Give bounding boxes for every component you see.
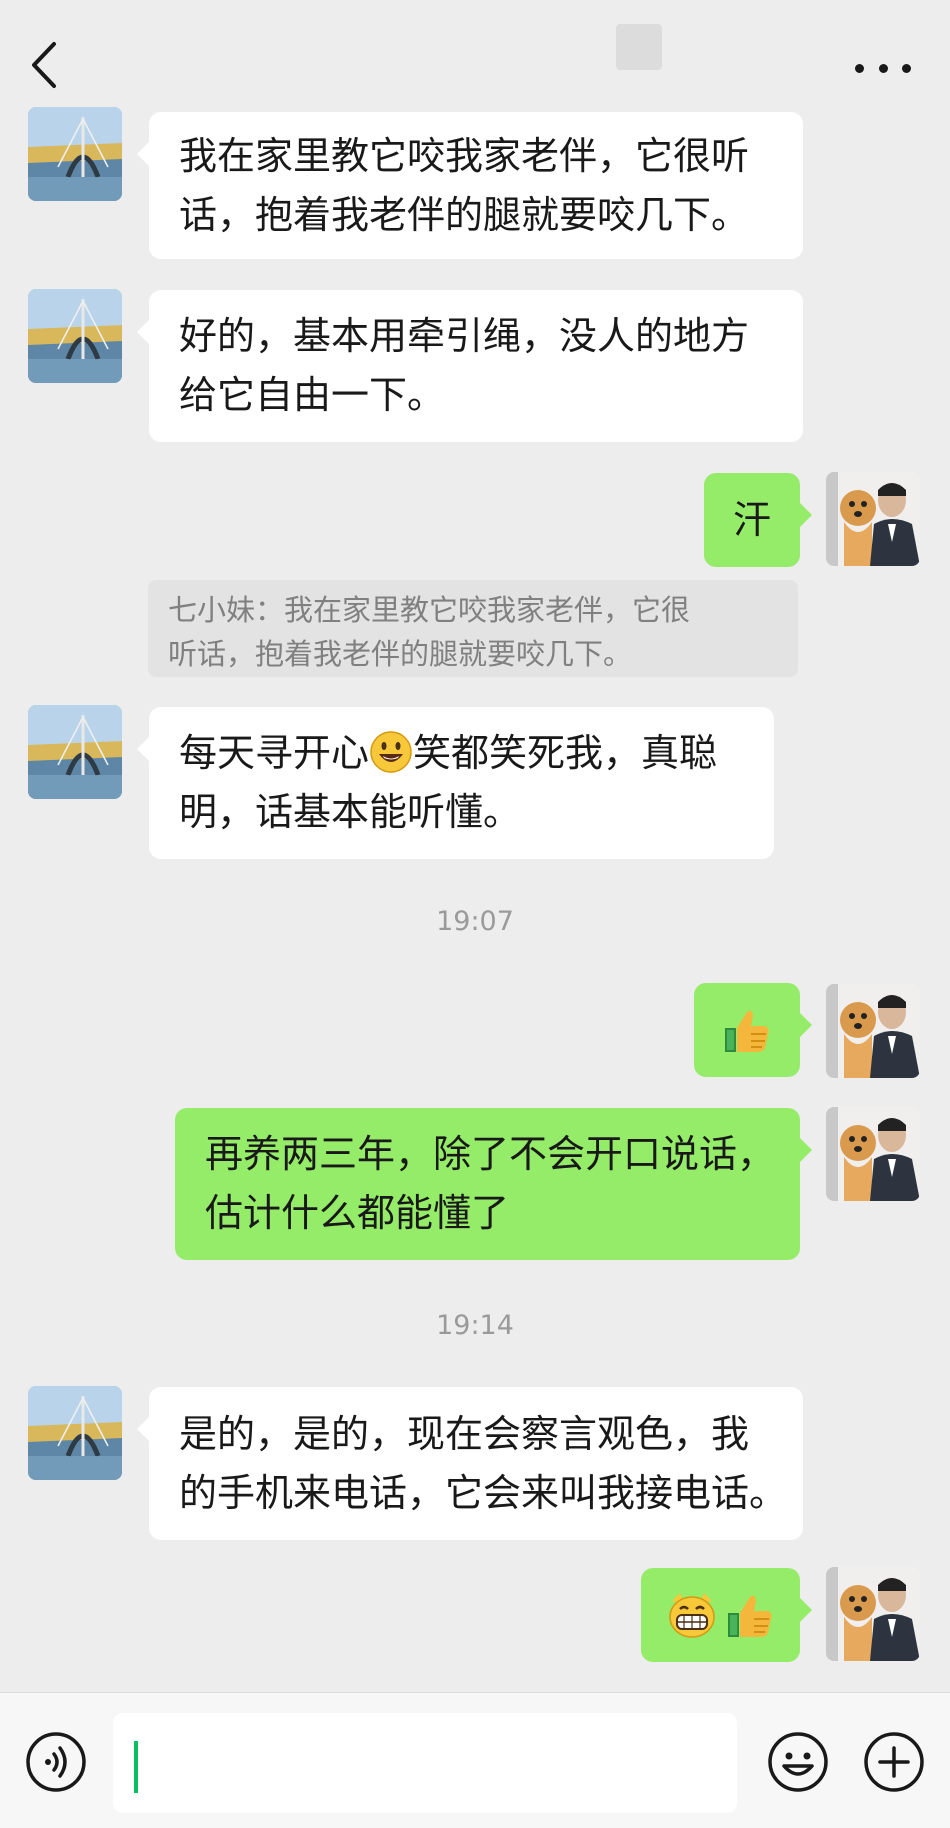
- chat-title-placeholder: [616, 24, 662, 70]
- message-line: 的手机来电话，它会来叫我接电话。: [179, 1470, 788, 1515]
- quote-line: 七小妹：我在家里教它咬我家老伴，它很: [168, 593, 691, 627]
- thumbs-up-emoji-icon: [721, 1004, 773, 1056]
- incoming-message-bubble[interactable]: 我在家里教它咬我家老伴，它很听 话，抱着我老伴的腿就要咬几下。: [137, 112, 803, 259]
- incoming-message-bubble[interactable]: 每天寻开心 笑都笑死我，真聪 明，话基本能听懂。: [137, 707, 774, 859]
- message-line: 明，话基本能听懂。: [179, 790, 522, 834]
- user-avatar[interactable]: [826, 472, 920, 566]
- message-line: 再养两三年，除了不会开口说话，: [205, 1132, 776, 1176]
- grinning-cat-emoji-icon: [666, 1589, 718, 1641]
- timestamp: 19:07: [436, 906, 514, 937]
- incoming-message-bubble[interactable]: 是的，是的，现在会察言观色，我 的手机来电话，它会来叫我接电话。: [137, 1387, 803, 1540]
- message-line: 是的，是的，现在会察言观色，我: [179, 1411, 750, 1456]
- timestamp: 19:14: [436, 1310, 514, 1341]
- thumbs-up-emoji-icon: [724, 1589, 776, 1641]
- quote-line: 听话，抱着我老伴的腿就要咬几下。: [168, 637, 633, 671]
- message-text-part: 笑都笑死我，真聪: [413, 731, 718, 775]
- contact-avatar[interactable]: [28, 1386, 122, 1480]
- plus-icon[interactable]: [862, 1730, 926, 1794]
- message-line: 话，抱着我老伴的腿就要咬几下。: [179, 192, 750, 237]
- message-line: 每天寻开心 笑都笑死我，真聪: [179, 724, 744, 783]
- outgoing-message-bubble[interactable]: 再养两三年，除了不会开口说话， 估计什么都能懂了: [175, 1108, 812, 1260]
- message-line: 我在家里教它咬我家老伴，它很听: [179, 133, 750, 178]
- incoming-message-bubble[interactable]: 好的，基本用牵引绳，没人的地方 给它自由一下。: [137, 290, 803, 442]
- contact-avatar[interactable]: [28, 107, 122, 201]
- outgoing-message-bubble[interactable]: [641, 1568, 812, 1662]
- message-input[interactable]: [113, 1713, 737, 1813]
- message-line: 估计什么都能懂了: [205, 1191, 510, 1235]
- message-text: 汗: [732, 497, 771, 542]
- user-avatar[interactable]: [826, 1567, 920, 1661]
- quoted-message[interactable]: 七小妹：我在家里教它咬我家老伴，它很 听话，抱着我老伴的腿就要咬几下。: [148, 580, 798, 677]
- more-dots-icon[interactable]: [855, 48, 911, 88]
- user-avatar[interactable]: [826, 984, 920, 1078]
- smiley-icon[interactable]: [766, 1730, 830, 1794]
- message-line: 好的，基本用牵引绳，没人的地方: [179, 314, 750, 358]
- message-text-part: 每天寻开心: [179, 731, 370, 775]
- outgoing-message-bubble[interactable]: [694, 983, 812, 1077]
- smiley-emoji-icon: [369, 730, 413, 774]
- back-chevron-icon[interactable]: [26, 38, 66, 92]
- contact-avatar[interactable]: [28, 289, 122, 383]
- user-avatar[interactable]: [826, 1107, 920, 1201]
- contact-avatar[interactable]: [28, 705, 122, 799]
- outgoing-message-bubble[interactable]: 汗: [704, 473, 812, 567]
- voice-icon[interactable]: [24, 1730, 88, 1794]
- message-line: 给它自由一下。: [179, 373, 446, 417]
- text-cursor: [134, 1741, 138, 1793]
